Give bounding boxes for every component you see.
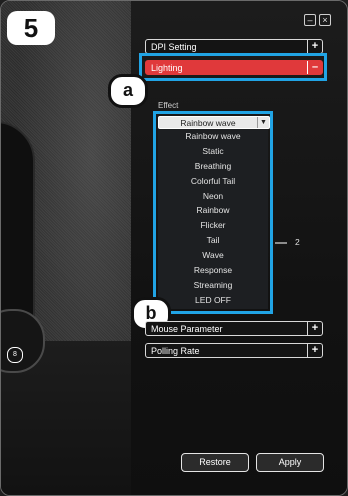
- effect-option[interactable]: Rainbow: [158, 203, 268, 218]
- section-polling-rate[interactable]: Polling Rate +: [145, 343, 323, 358]
- window-controls: – ×: [304, 14, 331, 26]
- effect-option[interactable]: Response: [158, 263, 268, 278]
- effect-option[interactable]: Tail: [158, 233, 268, 248]
- effect-option[interactable]: Breathing: [158, 159, 268, 174]
- effect-option[interactable]: Flicker: [158, 218, 268, 233]
- close-icon[interactable]: ×: [319, 14, 331, 26]
- expand-icon[interactable]: +: [307, 344, 322, 357]
- collapse-icon[interactable]: –: [307, 61, 322, 74]
- section-dpi-setting[interactable]: DPI Setting +: [145, 39, 323, 54]
- section-label: Lighting: [151, 62, 183, 73]
- expand-icon[interactable]: +: [307, 40, 322, 53]
- step-badge: 5: [7, 11, 55, 45]
- section-lighting[interactable]: Lighting –: [145, 60, 323, 75]
- section-label: DPI Setting: [151, 41, 197, 52]
- app-window: 8 5 – × DPI Setting + Lighting – a Effec…: [0, 0, 348, 496]
- effect-select[interactable]: Rainbow wave ▼: [158, 116, 270, 129]
- apply-button[interactable]: Apply: [256, 453, 324, 472]
- effect-option[interactable]: LED OFF: [158, 293, 268, 308]
- effect-option[interactable]: Neon: [158, 189, 268, 204]
- effect-option[interactable]: Wave: [158, 248, 268, 263]
- effect-options-list: Rainbow wave Static Breathing Colorful T…: [158, 129, 268, 309]
- effect-selected-value: Rainbow wave: [180, 117, 236, 128]
- section-label: Mouse Parameter: [151, 323, 223, 334]
- mouse-photo: [1, 1, 131, 495]
- side-button-number: 8: [7, 347, 23, 363]
- callout-a: a: [108, 74, 148, 108]
- effect-option[interactable]: Colorful Tail: [158, 174, 268, 189]
- effect-option[interactable]: Static: [158, 144, 268, 159]
- effect-title: Effect: [158, 101, 179, 110]
- chevron-down-icon[interactable]: ▼: [257, 117, 269, 128]
- slider-track[interactable]: [275, 242, 287, 244]
- slider-value: 2: [295, 237, 300, 247]
- minimize-icon[interactable]: –: [304, 14, 316, 26]
- section-label: Polling Rate: [151, 345, 200, 356]
- effect-option[interactable]: Rainbow wave: [158, 129, 268, 144]
- expand-icon[interactable]: +: [307, 322, 322, 335]
- effect-option[interactable]: Streaming: [158, 278, 268, 293]
- restore-button[interactable]: Restore: [181, 453, 249, 472]
- section-mouse-parameter[interactable]: Mouse Parameter +: [145, 321, 323, 336]
